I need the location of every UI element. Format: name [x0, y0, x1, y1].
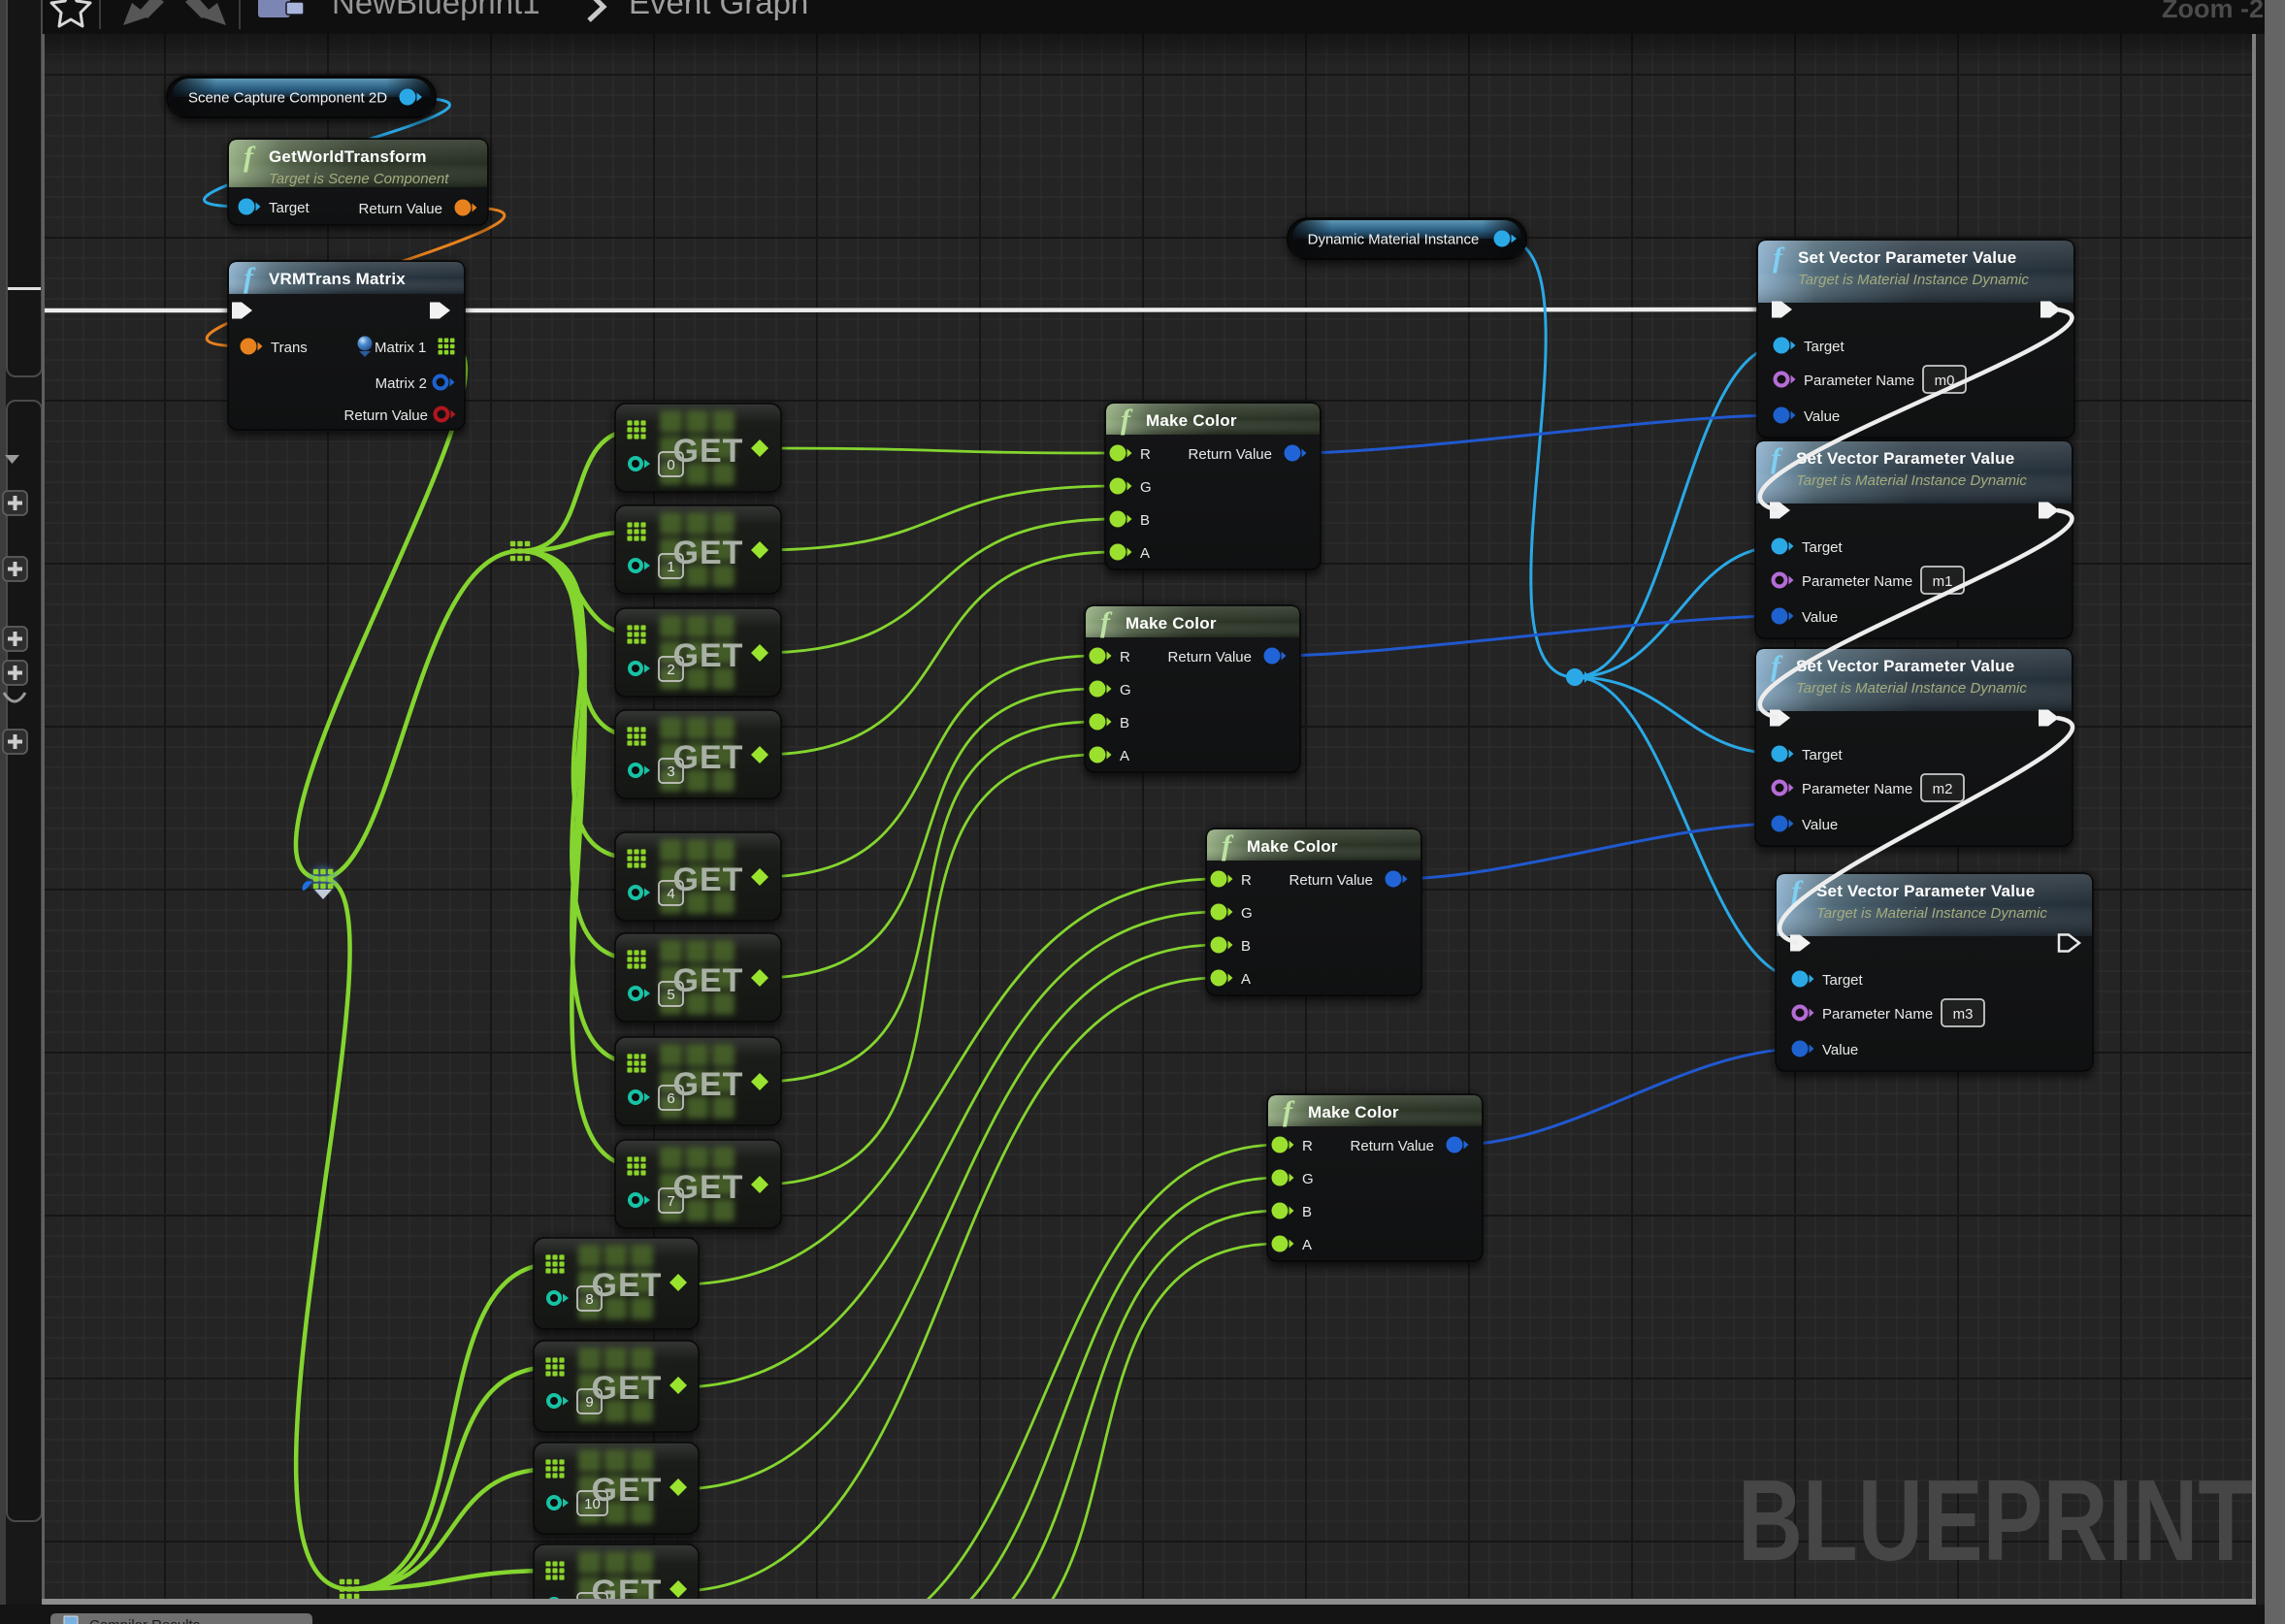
svg-text:Trans: Trans	[271, 340, 308, 356]
svg-text:Target is Material Instance Dy: Target is Material Instance Dynamic	[1816, 905, 2047, 922]
svg-text:G: G	[1140, 479, 1152, 496]
svg-text:Value: Value	[1804, 408, 1840, 425]
svg-text:Parameter Name: Parameter Name	[1802, 573, 1912, 590]
svg-text:G: G	[1120, 682, 1131, 698]
svg-text:Make Color: Make Color	[1146, 411, 1237, 430]
svg-text:Return Value: Return Value	[359, 201, 442, 217]
svg-text:Return Value: Return Value	[1351, 1138, 1434, 1154]
svg-text:Target is Material Instance Dy: Target is Material Instance Dynamic	[1796, 472, 2027, 489]
svg-text:Target: Target	[269, 200, 310, 216]
svg-text:GetWorldTransform: GetWorldTransform	[269, 147, 427, 166]
svg-text:Matrix 1: Matrix 1	[375, 340, 426, 356]
svg-text:Parameter Name: Parameter Name	[1802, 781, 1912, 797]
svg-text:Target: Target	[1804, 339, 1845, 355]
svg-text:m2: m2	[1933, 781, 1953, 797]
svg-text:Parameter Name: Parameter Name	[1804, 373, 1914, 389]
svg-text:Make Color: Make Color	[1247, 837, 1338, 856]
svg-text:R: R	[1302, 1138, 1313, 1154]
svg-text:GET: GET	[673, 433, 744, 470]
svg-text:R: R	[1241, 872, 1252, 889]
svg-text:Target: Target	[1802, 539, 1844, 556]
svg-text:Dynamic Material Instance: Dynamic Material Instance	[1308, 232, 1480, 248]
svg-text:Return Value: Return Value	[1289, 872, 1373, 889]
svg-text:GET: GET	[673, 1066, 744, 1103]
svg-text:R: R	[1140, 446, 1151, 463]
svg-text:GET: GET	[592, 1267, 663, 1304]
svg-text:VRMTrans Matrix: VRMTrans Matrix	[269, 270, 406, 288]
svg-text:BLUEPRINT: BLUEPRINT	[1738, 1455, 2253, 1585]
svg-text:Target: Target	[1822, 972, 1864, 989]
svg-text:Return Value: Return Value	[1189, 446, 1272, 463]
svg-text:A: A	[1120, 748, 1129, 764]
svg-text:Set Vector Parameter Value: Set Vector Parameter Value	[1816, 882, 2035, 900]
svg-text:Target: Target	[1802, 747, 1844, 763]
svg-text:Target is Material Instance Dy: Target is Material Instance Dynamic	[1798, 272, 2029, 288]
svg-text:A: A	[1302, 1237, 1312, 1253]
svg-text:Matrix 2: Matrix 2	[375, 375, 427, 392]
svg-text:Target is Material Instance Dy: Target is Material Instance Dynamic	[1796, 680, 2027, 697]
svg-text:GET: GET	[673, 535, 744, 571]
svg-text:Make Color: Make Color	[1126, 614, 1217, 633]
svg-text:Value: Value	[1802, 817, 1838, 833]
svg-text:GET: GET	[673, 739, 744, 776]
svg-text:GET: GET	[673, 1169, 744, 1206]
svg-text:Target is Scene Component: Target is Scene Component	[269, 171, 449, 187]
svg-text:GET: GET	[673, 962, 744, 999]
svg-text:NewBlueprint1: NewBlueprint1	[332, 0, 540, 20]
svg-text:A: A	[1140, 545, 1150, 562]
svg-text:Parameter Name: Parameter Name	[1822, 1006, 1933, 1023]
svg-text:Compiler Results: Compiler Results	[89, 1617, 200, 1624]
svg-text:Set Vector Parameter Value: Set Vector Parameter Value	[1796, 449, 2014, 468]
svg-text:GET: GET	[592, 1370, 663, 1407]
svg-text:Scene Capture Component 2D: Scene Capture Component 2D	[188, 90, 387, 107]
svg-text:G: G	[1302, 1171, 1314, 1187]
svg-text:B: B	[1120, 715, 1129, 731]
svg-text:Return Value: Return Value	[1168, 649, 1252, 666]
svg-text:G: G	[1241, 905, 1253, 922]
svg-text:Zoom -2: Zoom -2	[2162, 0, 2264, 23]
svg-text:Make Color: Make Color	[1308, 1103, 1399, 1121]
svg-text:m1: m1	[1933, 573, 1953, 590]
svg-text:GET: GET	[673, 861, 744, 898]
svg-text:R: R	[1120, 649, 1130, 666]
svg-text:Set Vector Parameter Value: Set Vector Parameter Value	[1798, 248, 2016, 267]
svg-text:GET: GET	[673, 637, 744, 674]
svg-text:B: B	[1302, 1204, 1312, 1220]
svg-text:Value: Value	[1822, 1042, 1858, 1058]
svg-text:B: B	[1140, 512, 1150, 529]
svg-text:Set Vector Parameter Value: Set Vector Parameter Value	[1796, 657, 2014, 675]
svg-text:B: B	[1241, 938, 1251, 955]
svg-text:m3: m3	[1953, 1006, 1974, 1023]
svg-text:Return Value: Return Value	[344, 407, 428, 424]
svg-text:Value: Value	[1802, 609, 1838, 626]
svg-text:A: A	[1241, 971, 1251, 988]
svg-text:Event Graph: Event Graph	[629, 0, 808, 20]
svg-text:GET: GET	[592, 1472, 663, 1509]
